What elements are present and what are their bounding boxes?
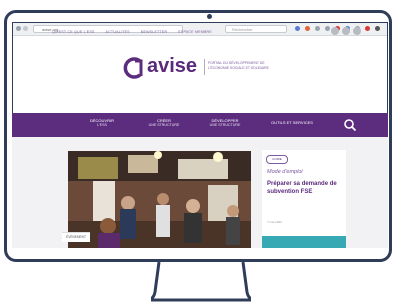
linkedin-icon[interactable] bbox=[353, 27, 361, 35]
notification-icon[interactable] bbox=[365, 26, 370, 31]
social-links bbox=[331, 27, 361, 35]
main-nav: DÉCOUVRIR L'ESS CRÉER UNE STRUCTURE DÉVE… bbox=[12, 113, 388, 137]
featured-card[interactable]: GUIDE Mode d'emploi Préparer sa demande … bbox=[262, 150, 346, 248]
logo-tagline: PORTAIL DU DÉVELOPPEMENT DE L'ÉCONOMIE S… bbox=[208, 61, 269, 70]
twitter-icon[interactable] bbox=[342, 27, 350, 35]
search-icon[interactable] bbox=[343, 118, 357, 132]
bookmark-icon[interactable] bbox=[295, 26, 300, 31]
nav-sublabel: L'ESS bbox=[97, 123, 107, 127]
forward-icon[interactable] bbox=[23, 26, 28, 31]
nav-item-outils[interactable]: OUTILS ET SERVICES bbox=[266, 120, 318, 125]
card-title[interactable]: Préparer sa demande de subvention FSE bbox=[267, 180, 341, 196]
card-category: Mode d'emploi bbox=[267, 169, 303, 175]
card-tag: GUIDE bbox=[266, 155, 288, 164]
avise-logo-icon bbox=[123, 57, 143, 79]
event-photo[interactable] bbox=[68, 151, 251, 248]
nav-item-decouvrir[interactable]: DÉCOUVRIR L'ESS bbox=[84, 118, 120, 128]
logo-divider bbox=[204, 59, 205, 75]
menu-icon[interactable] bbox=[375, 26, 380, 31]
camera-icon bbox=[207, 14, 212, 19]
top-link[interactable]: ESPACE MEMBRE bbox=[178, 30, 212, 34]
nav-item-developper[interactable]: DÉVELOPPER UNE STRUCTURE bbox=[203, 118, 247, 128]
download-icon[interactable] bbox=[315, 26, 320, 31]
browser-search-input[interactable]: Rechercher bbox=[225, 25, 287, 33]
nav-label: OUTILS ET SERVICES bbox=[271, 120, 313, 125]
top-link[interactable]: NEWSLETTER bbox=[141, 30, 168, 34]
top-link[interactable]: QU'EST-CE QUE L'ESS bbox=[52, 30, 95, 34]
nav-item-creer[interactable]: CRÉER UNE STRUCTURE bbox=[144, 118, 184, 128]
top-links: QU'EST-CE QUE L'ESS ACTUALITÉS NEWSLETTE… bbox=[52, 30, 212, 34]
card-strip bbox=[262, 236, 346, 248]
card-date: 7 mai 2020 bbox=[267, 220, 282, 224]
home-icon[interactable] bbox=[325, 26, 330, 31]
nav-sublabel: UNE STRUCTURE bbox=[148, 123, 180, 127]
nav-sublabel: UNE STRUCTURE bbox=[209, 123, 241, 127]
monitor-stand bbox=[151, 262, 251, 304]
top-link[interactable]: ACTUALITÉS bbox=[106, 30, 130, 34]
logo-text: avise bbox=[147, 55, 198, 77]
facebook-icon[interactable] bbox=[331, 27, 339, 35]
extension-icon[interactable] bbox=[305, 26, 310, 31]
photo-badge: ÉVÉNEMENT bbox=[62, 232, 90, 242]
back-icon[interactable] bbox=[16, 26, 21, 31]
site-logo[interactable]: avise PORTAIL DU DÉVELOPPEMENT DE L'ÉCON… bbox=[122, 55, 322, 87]
